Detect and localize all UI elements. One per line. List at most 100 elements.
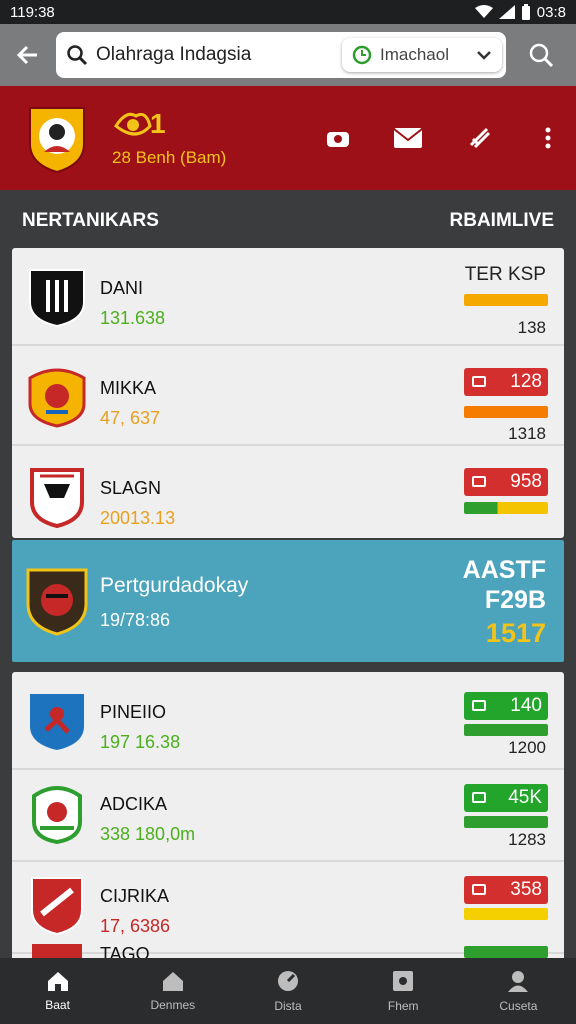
row-count: 1200 xyxy=(508,738,546,757)
team-score: 19/78:86 xyxy=(100,610,171,630)
team-score: 17, 6386 xyxy=(100,916,171,936)
list-item[interactable]: SLAGN 20013.13 958 xyxy=(12,448,564,546)
nav-label: Denmes xyxy=(150,998,196,1012)
ticket-tag-icon xyxy=(472,884,486,895)
status-bar: 119:38 03:8 xyxy=(0,0,576,24)
chevron-down-icon xyxy=(477,51,491,60)
nav-label: Baat xyxy=(45,998,70,1012)
status-badge: 958 xyxy=(464,468,548,496)
nav-label: Dista xyxy=(274,999,302,1013)
team-name: DANI xyxy=(100,278,144,298)
team-score: 47, 637 xyxy=(100,408,161,428)
list-item[interactable]: MIKKA 47, 637 128 1318 xyxy=(12,348,564,446)
highlighted-list-item[interactable]: Pertgurdadokay 19/78:86 AASTF F29B 1517 xyxy=(12,540,564,662)
progress-bar xyxy=(464,946,548,958)
status-time: 119:38 xyxy=(10,3,55,21)
search-icon xyxy=(67,45,88,66)
ticket-tag-icon xyxy=(472,476,486,487)
club-logo xyxy=(31,877,83,936)
status-badge: 45K xyxy=(464,784,548,812)
signal-icon xyxy=(498,5,515,19)
search-toolbar: Olahraga Indagsia Imachaol xyxy=(0,24,576,86)
status-badge: TER KSP xyxy=(464,264,546,285)
mail-button[interactable] xyxy=(392,122,424,154)
tab-nertanikars[interactable]: NERTANIKARS xyxy=(22,210,159,232)
magnifier-icon xyxy=(529,43,554,68)
more-button[interactable] xyxy=(532,122,564,154)
team-score: 338 180,0m xyxy=(100,824,196,844)
list-item[interactable]: DANI 131.638 TER KSP 138 xyxy=(12,248,564,346)
ticket-tag-icon xyxy=(472,376,486,387)
club-logo xyxy=(29,269,85,328)
highlight-points: 1517 xyxy=(485,618,546,648)
wifi-icon xyxy=(474,5,493,18)
status-badge: 140 xyxy=(464,692,548,720)
home-icon xyxy=(47,972,68,991)
team-name: ADCIKA xyxy=(100,794,168,814)
filter-dropdown[interactable]: Imachaol xyxy=(342,38,502,72)
progress-bar xyxy=(464,724,548,736)
search-button[interactable] xyxy=(506,24,576,86)
ticket-tag-icon xyxy=(472,700,486,711)
ticket-tag-icon xyxy=(472,792,486,803)
progress-bar xyxy=(464,294,548,306)
nav-item-dista[interactable]: Dista xyxy=(230,958,345,1024)
team-score: 131.638 xyxy=(100,308,166,328)
row-count: 1318 xyxy=(508,424,546,443)
row-count: 138 xyxy=(517,318,546,337)
search-query: Olahraga Indagsia xyxy=(96,44,252,65)
list-item[interactable]: ADCIKA 338 180,0m 45K 1283 xyxy=(12,764,564,862)
nav-label: Cuseta xyxy=(499,999,538,1013)
ticket-icon xyxy=(469,127,491,149)
nav-item-cuseta[interactable]: Cuseta xyxy=(461,958,576,1024)
team-name: CIJRIKA xyxy=(100,886,170,906)
club-logo xyxy=(28,368,86,428)
mail-icon xyxy=(393,128,423,148)
tab-rbaimlive[interactable]: RBAIMLIVE xyxy=(450,210,555,232)
back-arrow-icon xyxy=(16,45,37,65)
nav-item-baat[interactable]: Baat xyxy=(0,958,115,1024)
club-crest-logo xyxy=(29,107,85,174)
camera-icon xyxy=(327,132,349,147)
list-item[interactable]: CIJRIKA 17, 6386 358 xyxy=(12,856,564,954)
header-subtitle: 28 Benh (Bam) xyxy=(112,148,227,167)
club-logo xyxy=(30,468,84,528)
battery-icon xyxy=(521,4,530,20)
calendar-icon xyxy=(393,971,414,991)
bottom-navigation: Baat Denmes Dista Fhem Cuseta xyxy=(0,958,576,1024)
team-name: Pertgurdadokay xyxy=(100,574,249,597)
header-badge-number: 1 xyxy=(150,108,166,139)
list-item[interactable]: PINEIIO 197 16.38 140 1200 xyxy=(12,672,564,770)
status-clock-right: 03:8 xyxy=(536,3,566,21)
ranking-list-top: DANI 131.638 TER KSP 138 MIKKA 47, 637 1… xyxy=(12,248,564,538)
progress-bar xyxy=(464,908,548,920)
badge-value: 140 xyxy=(510,695,542,716)
team-name: SLAGN xyxy=(100,478,162,498)
profile-icon xyxy=(508,971,529,992)
search-field[interactable]: Olahraga Indagsia Imachaol xyxy=(56,32,506,78)
back-button[interactable] xyxy=(0,24,56,86)
team-score: 20013.13 xyxy=(100,508,176,528)
progress-bar xyxy=(464,406,548,418)
house-icon xyxy=(162,972,183,991)
badge-value: 45K xyxy=(508,787,542,808)
clock-icon xyxy=(352,45,372,65)
row-count: 1283 xyxy=(508,830,546,849)
share-button[interactable] xyxy=(464,122,496,154)
progress-bar xyxy=(464,816,548,828)
more-vert-icon xyxy=(545,127,551,149)
badge-value: 958 xyxy=(510,471,542,492)
club-logo xyxy=(26,568,88,636)
progress-bar xyxy=(464,502,548,514)
highlight-id: F29B xyxy=(484,586,546,614)
club-logo xyxy=(32,786,82,844)
highlight-code: AASTF xyxy=(462,556,546,584)
filter-label: Imachaol xyxy=(380,45,449,64)
camera-button[interactable] xyxy=(322,122,354,154)
status-badge: 358 xyxy=(464,876,548,904)
nav-item-fhem[interactable]: Fhem xyxy=(346,958,461,1024)
club-logo xyxy=(30,694,84,750)
ranking-list-bottom: PINEIIO 197 16.38 140 1200 ADCIKA 338 18… xyxy=(12,672,564,962)
nav-item-denmes[interactable]: Denmes xyxy=(115,958,230,1024)
status-icons: 03:8 xyxy=(474,3,566,21)
